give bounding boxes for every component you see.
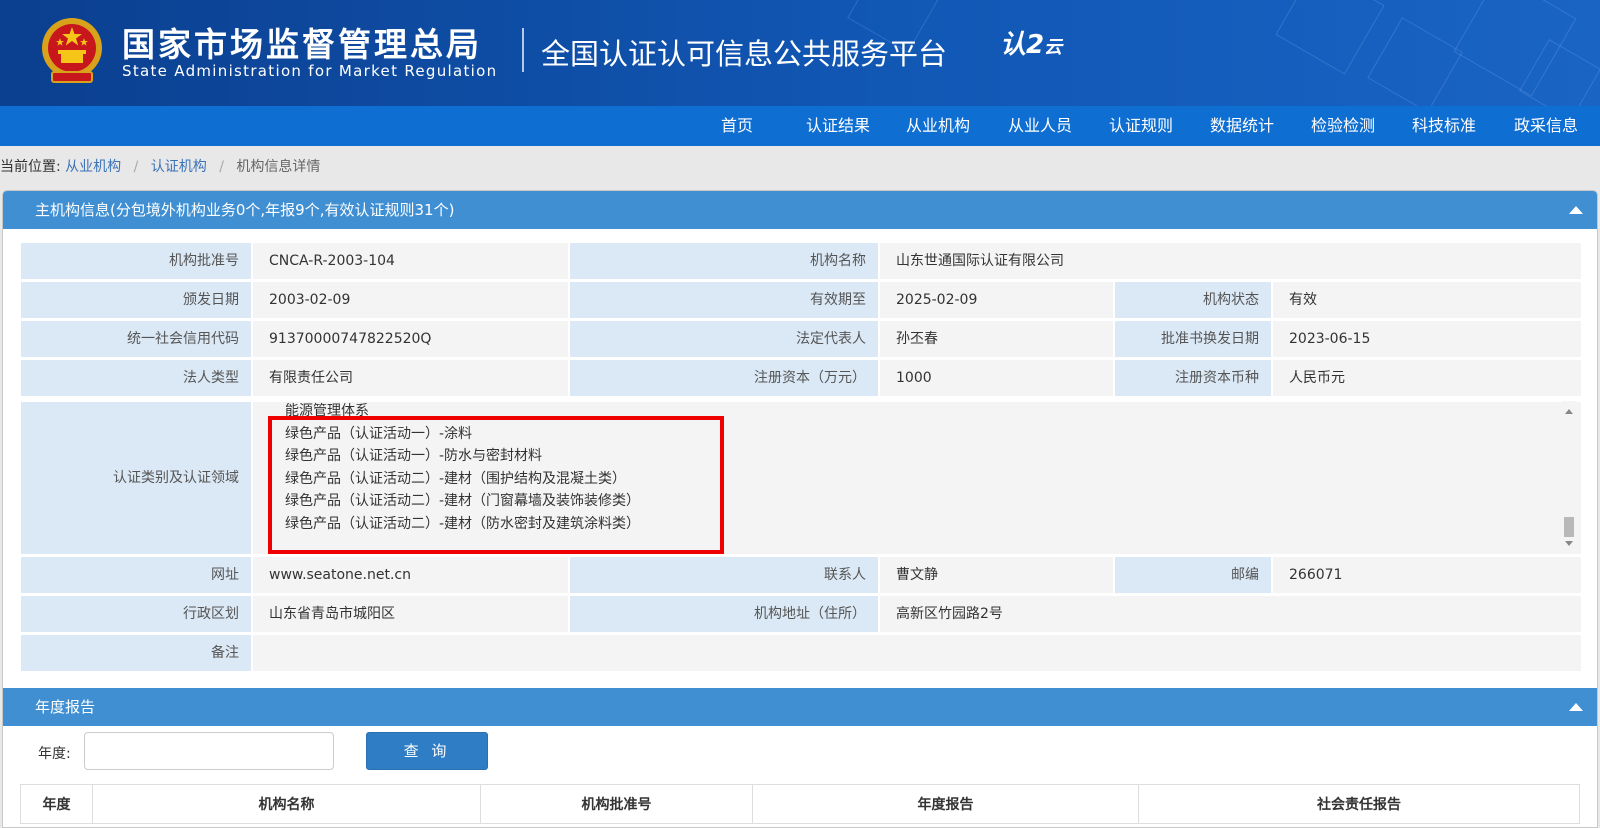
nav-item-home[interactable]: 首页 [721, 106, 753, 146]
annual-panel-header: 年度报告 [3, 688, 1597, 726]
nav-item-cert-rules[interactable]: 认证规则 [1109, 106, 1173, 146]
cert-domain-item: 绿色产品（认证活动二）-建材（防水密封及建筑涂料类） [285, 515, 641, 532]
header-divider [522, 28, 524, 72]
label-approval-no: 机构批准号 [21, 243, 251, 279]
breadcrumb-prefix: 当前位置: [0, 159, 61, 175]
hex-decoration [1367, 17, 1463, 106]
label-legal-rep: 法定代表人 [570, 321, 878, 357]
nav-item-institutions[interactable]: 从业机构 [906, 106, 970, 146]
label-website: 网址 [21, 557, 251, 593]
value-capital-currency: 人民币元 [1273, 360, 1581, 396]
breadcrumb-link-institutions[interactable]: 从业机构 [65, 159, 121, 175]
label-contact: 联系人 [570, 557, 878, 593]
nav-item-inspection[interactable]: 检验检测 [1311, 106, 1375, 146]
value-remark [253, 635, 1581, 671]
year-label: 年度: [38, 746, 71, 762]
cert-domain-item: 绿色产品（认证活动一）-防水与密封材料 [285, 448, 543, 464]
label-renewal-date: 批准书换发日期 [1115, 321, 1271, 357]
label-legal-type: 法人类型 [21, 360, 251, 396]
agency-title-en: State Administration for Market Regulati… [122, 62, 498, 80]
nav-item-statistics[interactable]: 数据统计 [1210, 106, 1274, 146]
value-reg-capital: 1000 [880, 360, 1113, 396]
value-renewal-date: 2023-06-15 [1273, 321, 1581, 357]
scrollbar-thumb[interactable] [1564, 517, 1574, 537]
label-credit-code: 统一社会信用代码 [21, 321, 251, 357]
breadcrumb-current: 机构信息详情 [236, 159, 321, 175]
site-header: 国家市场监督管理总局 State Administration for Mark… [0, 0, 1600, 106]
label-valid-until: 有效期至 [570, 282, 878, 318]
value-org-name: 山东世通国际认证有限公司 [880, 243, 1581, 279]
value-legal-rep: 孙丕春 [880, 321, 1113, 357]
label-postcode: 邮编 [1115, 557, 1271, 593]
value-credit-code: 91370000747822520Q [253, 321, 568, 357]
cert-domain-item: 绿色产品（认证活动一）-涂料 [285, 425, 473, 442]
cert-domain-list: 能源管理体系 绿色产品（认证活动一）-涂料 绿色产品（认证活动一）-防水与密封材… [285, 402, 640, 535]
label-cert-domain: 认证类别及认证领域 [21, 402, 251, 554]
label-org-name: 机构名称 [570, 243, 878, 279]
breadcrumb: 当前位置: 从业机构 / 认证机构 / 机构信息详情 [0, 156, 320, 176]
main-nav: 首页 认证结果 从业机构 从业人员 认证规则 数据统计 检验检测 科技标准 政采… [0, 106, 1600, 146]
label-org-status: 机构状态 [1115, 282, 1271, 318]
cert-domain-scrollbar[interactable] [1562, 401, 1576, 553]
cert-domain-scroll-area[interactable]: 能源管理体系 绿色产品（认证活动一）-涂料 绿色产品（认证活动一）-防水与密封材… [253, 402, 1581, 554]
cert-domain-item: 绿色产品（认证活动二）-建材（围护结构及混凝土类） [285, 470, 627, 487]
col-header-year: 年度 [20, 784, 92, 824]
scroll-down-icon[interactable] [1565, 541, 1573, 546]
value-org-status: 有效 [1273, 282, 1581, 318]
value-postcode: 266071 [1273, 557, 1581, 593]
main-panel-title: 主机构信息(分包境外机构业务0个,年报9个,有效认证规则31个) [35, 201, 455, 219]
nav-item-standards[interactable]: 科技标准 [1412, 106, 1476, 146]
cert-domain-item: 能源管理体系 [285, 403, 369, 419]
cert-domain-item: 绿色产品（认证活动二）-建材（门窗幕墙及装饰装修类） [285, 493, 641, 509]
cloud-logo[interactable]: 认2云 [1000, 24, 1062, 61]
year-input[interactable] [84, 732, 334, 770]
value-region: 山东省青岛市城阳区 [253, 596, 568, 632]
main-panel-header: 主机构信息(分包境外机构业务0个,年报9个,有效认证规则31个) [3, 191, 1597, 229]
nav-item-cert-results[interactable]: 认证结果 [806, 106, 870, 146]
value-valid-until: 2025-02-09 [880, 282, 1113, 318]
col-header-org-name: 机构名称 [92, 784, 480, 824]
col-header-social-report: 社会责任报告 [1138, 784, 1580, 824]
value-address: 高新区竹园路2号 [880, 596, 1581, 632]
label-issue-date: 颁发日期 [21, 282, 251, 318]
nav-item-personnel[interactable]: 从业人员 [1008, 106, 1072, 146]
label-remark: 备注 [21, 635, 251, 671]
nav-item-procurement[interactable]: 政采信息 [1514, 106, 1578, 146]
col-header-annual-report: 年度报告 [752, 784, 1138, 824]
cloud-logo-sub: 云 [1044, 37, 1063, 58]
national-emblem-icon [42, 18, 102, 83]
breadcrumb-separator: / [219, 159, 224, 175]
value-issue-date: 2003-02-09 [253, 282, 568, 318]
collapse-up-icon[interactable] [1569, 206, 1583, 214]
cloud-logo-main: 认2 [1000, 30, 1045, 60]
platform-title: 全国认证认可信息公共服务平台 [541, 37, 948, 71]
collapse-up-icon[interactable] [1569, 703, 1583, 711]
value-contact: 曹文静 [880, 557, 1113, 593]
value-legal-type: 有限责任公司 [253, 360, 568, 396]
label-capital-currency: 注册资本币种 [1115, 360, 1271, 396]
breadcrumb-separator: / [133, 159, 139, 175]
annual-panel-title: 年度报告 [35, 698, 96, 716]
label-reg-capital: 注册资本（万元） [570, 360, 878, 396]
value-website[interactable]: www.seatone.net.cn [253, 557, 568, 593]
hex-decoration [1275, 0, 1385, 75]
scroll-up-icon[interactable] [1565, 409, 1573, 414]
agency-title-cn: 国家市场监督管理总局 [122, 25, 482, 64]
breadcrumb-link-cert-bodies[interactable]: 认证机构 [151, 159, 207, 175]
label-address: 机构地址（住所） [570, 596, 878, 632]
query-button[interactable]: 查 询 [366, 732, 488, 770]
value-approval-no: CNCA-R-2003-104 [253, 243, 568, 279]
col-header-approval-no: 机构批准号 [480, 784, 752, 824]
label-region: 行政区划 [21, 596, 251, 632]
